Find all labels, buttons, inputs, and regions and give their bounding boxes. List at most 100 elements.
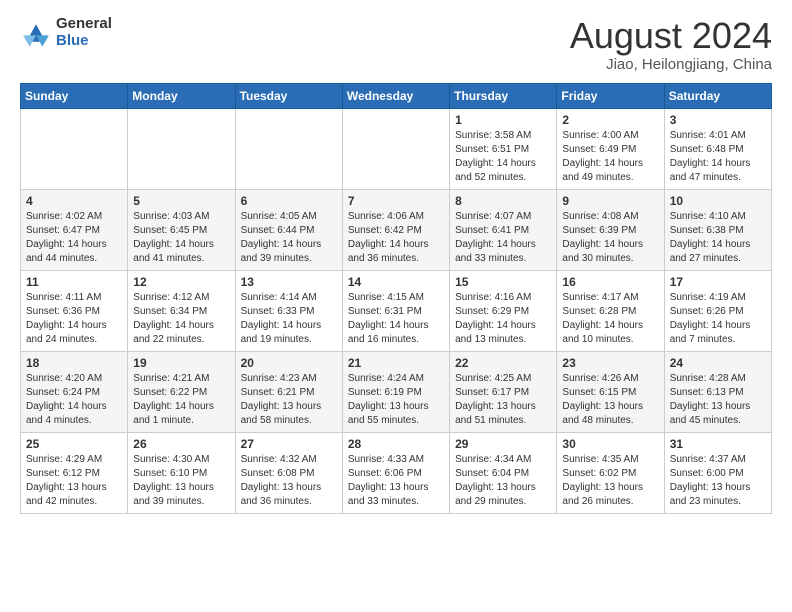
calendar-week-5: 25 Sunrise: 4:29 AM Sunset: 6:12 PM Dayli… bbox=[21, 432, 772, 513]
header: General Blue August 2024 Jiao, Heilongji… bbox=[20, 16, 772, 73]
day-number: 10 bbox=[670, 194, 766, 208]
month-title: August 2024 bbox=[570, 16, 772, 56]
calendar-cell: 30 Sunrise: 4:35 AM Sunset: 6:02 PM Dayli… bbox=[557, 432, 664, 513]
day-info: Sunrise: 4:00 AM Sunset: 6:49 PM Dayligh… bbox=[562, 129, 658, 185]
day-info: Sunrise: 4:25 AM Sunset: 6:17 PM Dayligh… bbox=[455, 372, 551, 428]
calendar-cell: 11 Sunrise: 4:11 AM Sunset: 6:36 PM Dayli… bbox=[21, 270, 128, 351]
calendar-cell: 31Sunrise: 4:37 AM Sunset: 6:00 PM Dayli… bbox=[664, 432, 771, 513]
col-sunday: Sunday bbox=[21, 83, 128, 108]
day-info: Sunrise: 4:35 AM Sunset: 6:02 PM Dayligh… bbox=[562, 453, 658, 509]
day-info: Sunrise: 4:28 AM Sunset: 6:13 PM Dayligh… bbox=[670, 372, 766, 428]
day-number: 27 bbox=[241, 437, 337, 451]
day-info: Sunrise: 4:29 AM Sunset: 6:12 PM Dayligh… bbox=[26, 453, 122, 509]
calendar-week-1: 1 Sunrise: 3:58 AM Sunset: 6:51 PM Daylig… bbox=[21, 108, 772, 189]
calendar-cell: 3 Sunrise: 4:01 AM Sunset: 6:48 PM Daylig… bbox=[664, 108, 771, 189]
day-info: Sunrise: 4:14 AM Sunset: 6:33 PM Dayligh… bbox=[241, 291, 337, 347]
day-info: Sunrise: 4:15 AM Sunset: 6:31 PM Dayligh… bbox=[348, 291, 444, 347]
calendar-cell bbox=[342, 108, 449, 189]
calendar-week-3: 11 Sunrise: 4:11 AM Sunset: 6:36 PM Dayli… bbox=[21, 270, 772, 351]
day-info: Sunrise: 4:19 AM Sunset: 6:26 PM Dayligh… bbox=[670, 291, 766, 347]
day-info: Sunrise: 4:21 AM Sunset: 6:22 PM Dayligh… bbox=[133, 372, 229, 428]
day-info: Sunrise: 4:30 AM Sunset: 6:10 PM Dayligh… bbox=[133, 453, 229, 509]
day-info: Sunrise: 4:12 AM Sunset: 6:34 PM Dayligh… bbox=[133, 291, 229, 347]
calendar-cell: 4Sunrise: 4:02 AM Sunset: 6:47 PM Daylig… bbox=[21, 189, 128, 270]
day-info: Sunrise: 4:32 AM Sunset: 6:08 PM Dayligh… bbox=[241, 453, 337, 509]
day-number: 15 bbox=[455, 275, 551, 289]
day-number: 28 bbox=[348, 437, 444, 451]
calendar-cell: 12Sunrise: 4:12 AM Sunset: 6:34 PM Dayli… bbox=[128, 270, 235, 351]
calendar-cell: 26 Sunrise: 4:30 AM Sunset: 6:10 PM Dayli… bbox=[128, 432, 235, 513]
day-number: 25 bbox=[26, 437, 122, 451]
calendar-cell: 6Sunrise: 4:05 AM Sunset: 6:44 PM Daylig… bbox=[235, 189, 342, 270]
calendar-cell: 10 Sunrise: 4:10 AM Sunset: 6:38 PM Dayli… bbox=[664, 189, 771, 270]
calendar-cell: 5 Sunrise: 4:03 AM Sunset: 6:45 PM Daylig… bbox=[128, 189, 235, 270]
day-number: 11 bbox=[26, 275, 122, 289]
day-info: Sunrise: 4:02 AM Sunset: 6:47 PM Dayligh… bbox=[26, 210, 122, 266]
day-number: 26 bbox=[133, 437, 229, 451]
calendar-week-4: 18Sunrise: 4:20 AM Sunset: 6:24 PM Dayli… bbox=[21, 351, 772, 432]
calendar-cell: 18Sunrise: 4:20 AM Sunset: 6:24 PM Dayli… bbox=[21, 351, 128, 432]
day-info: Sunrise: 4:08 AM Sunset: 6:39 PM Dayligh… bbox=[562, 210, 658, 266]
header-row: Sunday Monday Tuesday Wednesday Thursday… bbox=[21, 83, 772, 108]
calendar-cell: 16 Sunrise: 4:17 AM Sunset: 6:28 PM Dayli… bbox=[557, 270, 664, 351]
day-info: Sunrise: 4:26 AM Sunset: 6:15 PM Dayligh… bbox=[562, 372, 658, 428]
day-info: Sunrise: 4:34 AM Sunset: 6:04 PM Dayligh… bbox=[455, 453, 551, 509]
day-info: Sunrise: 4:16 AM Sunset: 6:29 PM Dayligh… bbox=[455, 291, 551, 347]
day-info: Sunrise: 4:37 AM Sunset: 6:00 PM Dayligh… bbox=[670, 453, 766, 509]
day-number: 24 bbox=[670, 356, 766, 370]
calendar-cell: 19Sunrise: 4:21 AM Sunset: 6:22 PM Dayli… bbox=[128, 351, 235, 432]
day-number: 13 bbox=[241, 275, 337, 289]
day-info: Sunrise: 4:06 AM Sunset: 6:42 PM Dayligh… bbox=[348, 210, 444, 266]
col-saturday: Saturday bbox=[664, 83, 771, 108]
day-number: 17 bbox=[670, 275, 766, 289]
calendar-cell bbox=[21, 108, 128, 189]
day-number: 21 bbox=[348, 356, 444, 370]
day-number: 2 bbox=[562, 113, 658, 127]
location: Jiao, Heilongjiang, China bbox=[570, 56, 772, 73]
calendar-cell: 20Sunrise: 4:23 AM Sunset: 6:21 PM Dayli… bbox=[235, 351, 342, 432]
day-info: Sunrise: 4:23 AM Sunset: 6:21 PM Dayligh… bbox=[241, 372, 337, 428]
calendar-cell: 8 Sunrise: 4:07 AM Sunset: 6:41 PM Daylig… bbox=[450, 189, 557, 270]
day-number: 30 bbox=[562, 437, 658, 451]
calendar-cell: 15 Sunrise: 4:16 AM Sunset: 6:29 PM Dayli… bbox=[450, 270, 557, 351]
day-number: 3 bbox=[670, 113, 766, 127]
day-number: 5 bbox=[133, 194, 229, 208]
day-info: Sunrise: 4:07 AM Sunset: 6:41 PM Dayligh… bbox=[455, 210, 551, 266]
day-number: 7 bbox=[348, 194, 444, 208]
calendar-table: Sunday Monday Tuesday Wednesday Thursday… bbox=[20, 83, 772, 514]
calendar-cell: 28 Sunrise: 4:33 AM Sunset: 6:06 PM Dayli… bbox=[342, 432, 449, 513]
col-tuesday: Tuesday bbox=[235, 83, 342, 108]
title-block: August 2024 Jiao, Heilongjiang, China bbox=[570, 16, 772, 73]
calendar-cell: 2 Sunrise: 4:00 AM Sunset: 6:49 PM Daylig… bbox=[557, 108, 664, 189]
calendar-cell: 24 Sunrise: 4:28 AM Sunset: 6:13 PM Dayli… bbox=[664, 351, 771, 432]
logo-icon bbox=[20, 19, 52, 47]
day-info: Sunrise: 4:03 AM Sunset: 6:45 PM Dayligh… bbox=[133, 210, 229, 266]
day-number: 8 bbox=[455, 194, 551, 208]
page-container: General Blue August 2024 Jiao, Heilongji… bbox=[0, 0, 792, 524]
calendar-cell: 29Sunrise: 4:34 AM Sunset: 6:04 PM Dayli… bbox=[450, 432, 557, 513]
calendar-cell: 23 Sunrise: 4:26 AM Sunset: 6:15 PM Dayli… bbox=[557, 351, 664, 432]
day-info: Sunrise: 4:01 AM Sunset: 6:48 PM Dayligh… bbox=[670, 129, 766, 185]
calendar-cell: 14Sunrise: 4:15 AM Sunset: 6:31 PM Dayli… bbox=[342, 270, 449, 351]
calendar-cell: 22 Sunrise: 4:25 AM Sunset: 6:17 PM Dayli… bbox=[450, 351, 557, 432]
day-info: Sunrise: 4:17 AM Sunset: 6:28 PM Dayligh… bbox=[562, 291, 658, 347]
calendar-cell bbox=[128, 108, 235, 189]
calendar-cell: 25 Sunrise: 4:29 AM Sunset: 6:12 PM Dayli… bbox=[21, 432, 128, 513]
day-info: Sunrise: 4:33 AM Sunset: 6:06 PM Dayligh… bbox=[348, 453, 444, 509]
col-thursday: Thursday bbox=[450, 83, 557, 108]
calendar-cell: 7 Sunrise: 4:06 AM Sunset: 6:42 PM Daylig… bbox=[342, 189, 449, 270]
day-info: Sunrise: 3:58 AM Sunset: 6:51 PM Dayligh… bbox=[455, 129, 551, 185]
day-number: 1 bbox=[455, 113, 551, 127]
day-info: Sunrise: 4:10 AM Sunset: 6:38 PM Dayligh… bbox=[670, 210, 766, 266]
logo-blue: Blue bbox=[56, 33, 112, 50]
day-info: Sunrise: 4:11 AM Sunset: 6:36 PM Dayligh… bbox=[26, 291, 122, 347]
calendar-cell: 21Sunrise: 4:24 AM Sunset: 6:19 PM Dayli… bbox=[342, 351, 449, 432]
logo-text: General Blue bbox=[56, 16, 112, 49]
day-number: 16 bbox=[562, 275, 658, 289]
day-number: 23 bbox=[562, 356, 658, 370]
calendar-cell: 27 Sunrise: 4:32 AM Sunset: 6:08 PM Dayli… bbox=[235, 432, 342, 513]
day-number: 22 bbox=[455, 356, 551, 370]
logo: General Blue bbox=[20, 16, 112, 49]
day-number: 9 bbox=[562, 194, 658, 208]
day-info: Sunrise: 4:05 AM Sunset: 6:44 PM Dayligh… bbox=[241, 210, 337, 266]
